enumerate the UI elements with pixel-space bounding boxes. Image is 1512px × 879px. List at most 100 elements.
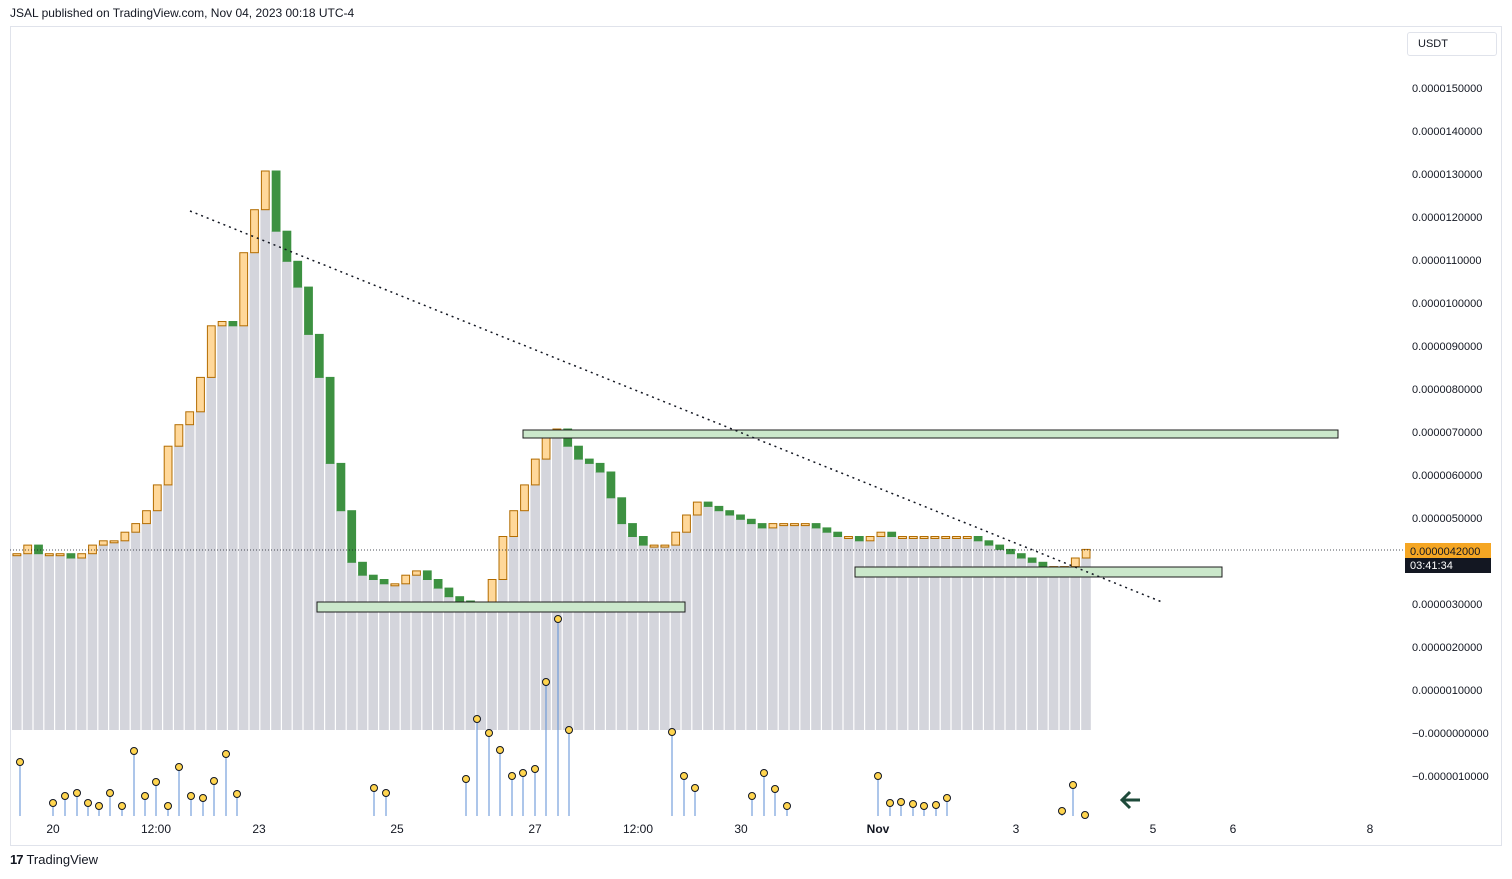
candle-up[interactable] bbox=[768, 523, 778, 529]
candle-down[interactable] bbox=[271, 170, 281, 232]
candle-down[interactable] bbox=[304, 286, 313, 335]
candle-up[interactable] bbox=[412, 570, 421, 576]
candle-up[interactable] bbox=[779, 523, 789, 527]
event-pin[interactable] bbox=[118, 802, 126, 810]
candle-down[interactable] bbox=[725, 510, 735, 516]
event-pin[interactable] bbox=[175, 763, 183, 771]
candle-down[interactable] bbox=[822, 527, 832, 533]
event-pin[interactable] bbox=[691, 784, 699, 792]
candle-up[interactable] bbox=[919, 536, 929, 539]
price-chart[interactable]: 0.0000150000 0.0000140000 0.0000130000 0.00… bbox=[0, 0, 1512, 879]
candle-up[interactable] bbox=[12, 553, 22, 557]
candle-up[interactable] bbox=[844, 536, 853, 539]
event-pin[interactable] bbox=[222, 750, 230, 758]
candle-up[interactable] bbox=[98, 540, 108, 546]
event-pin[interactable] bbox=[462, 775, 470, 783]
event-pin[interactable] bbox=[783, 802, 791, 810]
candle-up[interactable] bbox=[908, 536, 918, 539]
candle-down[interactable] bbox=[595, 462, 605, 473]
event-pin[interactable] bbox=[210, 777, 218, 785]
event-pin[interactable] bbox=[771, 785, 779, 793]
candle-up[interactable] bbox=[682, 514, 691, 533]
candle-up[interactable] bbox=[239, 252, 249, 327]
candle-up[interactable] bbox=[498, 536, 508, 580]
event-pin[interactable] bbox=[130, 747, 138, 755]
candle-up[interactable] bbox=[109, 540, 119, 544]
candle-down[interactable] bbox=[887, 531, 897, 538]
candle-up[interactable] bbox=[260, 170, 270, 211]
candle-down[interactable] bbox=[984, 540, 994, 546]
event-pin[interactable] bbox=[61, 792, 69, 800]
candle-up[interactable] bbox=[77, 553, 87, 559]
candle-down[interactable] bbox=[757, 523, 767, 529]
event-pin[interactable] bbox=[1081, 811, 1089, 819]
candle-up[interactable] bbox=[206, 325, 216, 378]
event-pin[interactable] bbox=[1058, 807, 1066, 815]
candle-down[interactable] bbox=[282, 230, 292, 262]
candle-up[interactable] bbox=[930, 536, 940, 539]
tradingview-brand[interactable]: 17 TradingView bbox=[10, 852, 98, 867]
event-pin[interactable] bbox=[874, 772, 882, 780]
candle-up[interactable] bbox=[692, 501, 702, 516]
candle-down[interactable] bbox=[347, 510, 357, 563]
candle-up[interactable] bbox=[174, 424, 184, 447]
candle-up[interactable] bbox=[131, 523, 141, 533]
support-resistance-zone[interactable] bbox=[522, 429, 1339, 439]
event-pin[interactable] bbox=[164, 802, 172, 810]
candle-down[interactable] bbox=[628, 523, 637, 537]
candle-up[interactable] bbox=[185, 411, 195, 426]
candle-down[interactable] bbox=[584, 458, 594, 464]
candle-up[interactable] bbox=[163, 445, 173, 486]
candle-down[interactable] bbox=[228, 321, 238, 327]
candle-up[interactable] bbox=[23, 544, 33, 555]
candle-down[interactable] bbox=[444, 587, 454, 598]
candle-down[interactable] bbox=[833, 531, 843, 538]
candle-up[interactable] bbox=[952, 536, 961, 539]
candle-down[interactable] bbox=[1006, 548, 1015, 555]
event-pin[interactable] bbox=[473, 715, 481, 723]
event-pin[interactable] bbox=[73, 789, 81, 797]
candle-down[interactable] bbox=[422, 570, 432, 581]
candle-up[interactable] bbox=[800, 523, 810, 527]
candle-up[interactable] bbox=[1081, 548, 1091, 559]
candle-up[interactable] bbox=[120, 531, 130, 542]
candle-up[interactable] bbox=[55, 553, 65, 557]
event-pin[interactable] bbox=[554, 615, 562, 623]
event-pin[interactable] bbox=[680, 772, 688, 780]
candle-up[interactable] bbox=[401, 574, 411, 585]
candle-down[interactable] bbox=[995, 544, 1005, 550]
candle-up[interactable] bbox=[520, 484, 529, 512]
candle-up[interactable] bbox=[390, 583, 400, 587]
candle-down[interactable] bbox=[336, 462, 346, 512]
support-resistance-zone[interactable] bbox=[316, 601, 686, 613]
candle-up[interactable] bbox=[530, 458, 540, 486]
candle-down[interactable] bbox=[638, 536, 648, 546]
support-resistance-zone[interactable] bbox=[854, 566, 1223, 578]
event-pin[interactable] bbox=[668, 728, 676, 736]
event-pin[interactable] bbox=[106, 789, 114, 797]
candle-down[interactable] bbox=[811, 523, 821, 529]
event-pin[interactable] bbox=[909, 800, 917, 808]
event-pin[interactable] bbox=[508, 772, 516, 780]
candle-down[interactable] bbox=[746, 518, 756, 525]
candle-down[interactable] bbox=[714, 505, 724, 512]
candle-up[interactable] bbox=[649, 544, 659, 548]
event-pin[interactable] bbox=[519, 769, 527, 777]
event-pin[interactable] bbox=[897, 798, 905, 806]
candle-up[interactable] bbox=[865, 536, 875, 542]
candle-up[interactable] bbox=[509, 510, 519, 538]
candle-down[interactable] bbox=[325, 376, 335, 464]
candle-up[interactable] bbox=[487, 579, 497, 606]
event-pin[interactable] bbox=[382, 789, 390, 797]
candle-down[interactable] bbox=[1027, 557, 1037, 563]
candle-down[interactable] bbox=[314, 333, 324, 378]
candle-up[interactable] bbox=[876, 531, 886, 538]
candle-up[interactable] bbox=[44, 553, 54, 557]
event-pin[interactable] bbox=[542, 678, 550, 686]
candle-down[interactable] bbox=[34, 544, 43, 555]
event-pin[interactable] bbox=[49, 799, 57, 807]
event-pin[interactable] bbox=[531, 765, 539, 773]
candle-down[interactable] bbox=[1038, 561, 1048, 568]
candle-up[interactable] bbox=[88, 544, 97, 555]
candle-down[interactable] bbox=[703, 501, 713, 507]
